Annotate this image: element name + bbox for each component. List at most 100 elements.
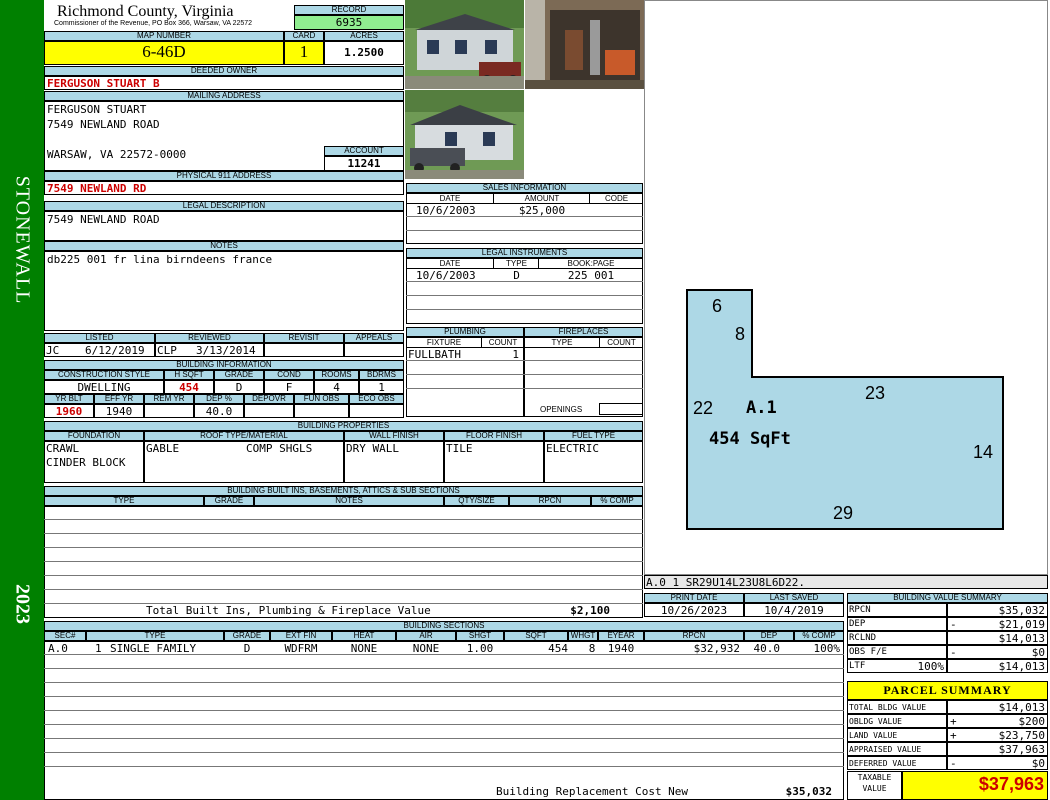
section-row-whgt: 8 — [588, 642, 596, 655]
section-row-sec: A.0 — [48, 642, 68, 655]
section-row-ext: WDFRM — [284, 642, 318, 655]
section-row-num: 1 — [95, 642, 102, 655]
section-row-dep: 40.0 — [753, 642, 781, 655]
tax-year: 2023 — [11, 584, 34, 624]
county-title: Richmond County, Virginia — [57, 3, 234, 20]
section-row-eyear: 1940 — [607, 642, 635, 655]
sec-col-rpcn: RPCN — [644, 631, 744, 641]
appeals-box — [344, 343, 404, 357]
vs-obs-value: $0 — [1031, 646, 1045, 659]
col-floor-finish: FLOOR FINISH — [444, 431, 544, 441]
acres-value: 1.2500 — [344, 46, 384, 59]
property-photo-2 — [525, 0, 644, 89]
plumbing-title: PLUMBING — [406, 327, 524, 337]
roof-type: GABLE — [146, 442, 180, 455]
building-sketch: 6 8 23 22 14 29 A.1 454 SqFt — [686, 289, 1004, 530]
sales-col-code: CODE — [604, 194, 629, 203]
properties-title: BUILDING PROPERTIES — [44, 421, 643, 431]
section-row-shgt: 1.00 — [466, 642, 494, 655]
section-row-rpcn: $32,932 — [693, 642, 740, 655]
brcn-label: Building Replacement Cost New — [496, 785, 689, 798]
instruments-title: LEGAL INSTRUMENTS — [406, 248, 643, 258]
sec-col-heat: HEAT — [332, 631, 396, 641]
sketch-dim-bottom: 29 — [833, 503, 853, 523]
sec-col-eyear: EYEAR — [598, 631, 644, 641]
section-row-air: NONE — [412, 642, 440, 655]
taxable-label-1: TAXABLE — [857, 773, 892, 782]
sales-col-date: DATE — [439, 194, 461, 203]
builtins-col-rpcn: RPCN — [509, 496, 591, 506]
account-value: 11241 — [347, 157, 381, 170]
grade-value: D — [235, 381, 243, 394]
builtins-col-notes: NOTES — [254, 496, 444, 506]
legal-description-label: LEGAL DESCRIPTION — [44, 201, 404, 211]
acres-label: ACRES — [324, 31, 404, 41]
property-photo-3 — [405, 90, 524, 179]
parcel-summary-title: PARCEL SUMMARY — [883, 683, 1012, 697]
sec-col-extfin: EXT FIN — [270, 631, 332, 641]
vs-dep-label: DEP — [849, 619, 866, 629]
vs-ltf-label: LTF — [849, 661, 866, 671]
foundation-2: CINDER BLOCK — [46, 456, 126, 469]
col-depovr: DEPOVR — [244, 394, 294, 404]
fireplace-openings-box — [599, 403, 643, 415]
sketch-dim-notch: 8 — [735, 324, 745, 344]
col-wall-finish: WALL FINISH — [344, 431, 444, 441]
vs-dep-value: $21,019 — [998, 618, 1045, 631]
sketch-area-label: 454 SqFt — [709, 429, 791, 449]
plumbing-count: 1 — [512, 348, 519, 361]
hsqft-value: 454 — [179, 381, 199, 394]
dep-pct-value: 40.0 — [205, 405, 233, 418]
card-value: 1 — [299, 42, 309, 61]
sketch-dim-mid: 23 — [865, 383, 885, 403]
ps-appraised-label: APPRAISED VALUE — [849, 745, 922, 754]
rooms-value: 4 — [333, 381, 340, 394]
reviewed-label: REVIEWED — [155, 333, 264, 343]
district-sidebar — [0, 0, 44, 800]
map-number-label: MAP NUMBER — [44, 31, 284, 41]
sketch-dim-top: 6 — [712, 296, 722, 316]
mailing-line-1: FERGUSON STUART — [47, 103, 147, 116]
sec-col-sqft: SQFT — [504, 631, 568, 641]
vs-rpcn-label: RPCN — [849, 605, 871, 615]
col-eco-obs: ECO OBS — [349, 394, 404, 404]
record-label: RECORD — [294, 5, 404, 15]
col-bdrms: BDRMS — [359, 370, 404, 380]
cond-value: F — [285, 381, 293, 394]
builtins-col-qty: QTY/SIZE — [444, 496, 509, 506]
instruments-col-date: DATE — [439, 259, 461, 268]
section-row-grade: D — [243, 642, 251, 655]
ps-land-label: LAND VALUE — [849, 731, 898, 740]
listed-by: JC — [46, 344, 60, 357]
taxable-label-2: VALUE — [862, 784, 887, 793]
sec-col-sec: SEC# — [44, 631, 86, 641]
col-fun-obs: FUN OBS — [294, 394, 349, 404]
revisit-box — [264, 343, 344, 357]
bdrms-value: 1 — [378, 381, 385, 394]
mailing-address-label: MAILING ADDRESS — [44, 91, 404, 101]
vs-rclnd-value: $14,013 — [998, 632, 1045, 645]
plumbing-fixture: FULLBATH — [408, 348, 461, 361]
reviewed-date: 3/13/2014 — [196, 344, 256, 357]
builtins-total-label: Total Built Ins, Plumbing & Fireplace Va… — [146, 604, 431, 617]
col-dep-pct: DEP % — [194, 394, 244, 404]
instruments-col-type: TYPE — [506, 259, 527, 268]
vs-ltf-pct: 100% — [917, 660, 945, 673]
taxable-value: $37,963 — [978, 774, 1044, 794]
section-row-sqft: 454 — [548, 642, 568, 655]
col-cond: COND — [264, 370, 314, 380]
sales-amount: $25,000 — [518, 204, 566, 217]
sec-col-air: AIR — [396, 631, 456, 641]
builtins-title: BUILDING BUILT INS, BASEMENTS, ATTICS & … — [44, 486, 643, 496]
mailing-line-2: 7549 NEWLAND ROAD — [47, 118, 160, 131]
construction-style-value: DWELLING — [77, 381, 131, 394]
revisit-label: REVISIT — [264, 333, 344, 343]
col-rem-yr: REM YR — [144, 394, 194, 404]
mailing-line-3: WARSAW, VA 22572-0000 — [47, 148, 187, 161]
account-label: ACCOUNT — [324, 146, 404, 156]
fireplaces-title: FIREPLACES — [524, 327, 643, 337]
property-photo-1 — [405, 0, 524, 89]
listed-date: 6/12/2019 — [85, 344, 145, 357]
ps-land-value: $23,750 — [998, 729, 1045, 742]
builtins-col-comp: % COMP — [591, 496, 643, 506]
